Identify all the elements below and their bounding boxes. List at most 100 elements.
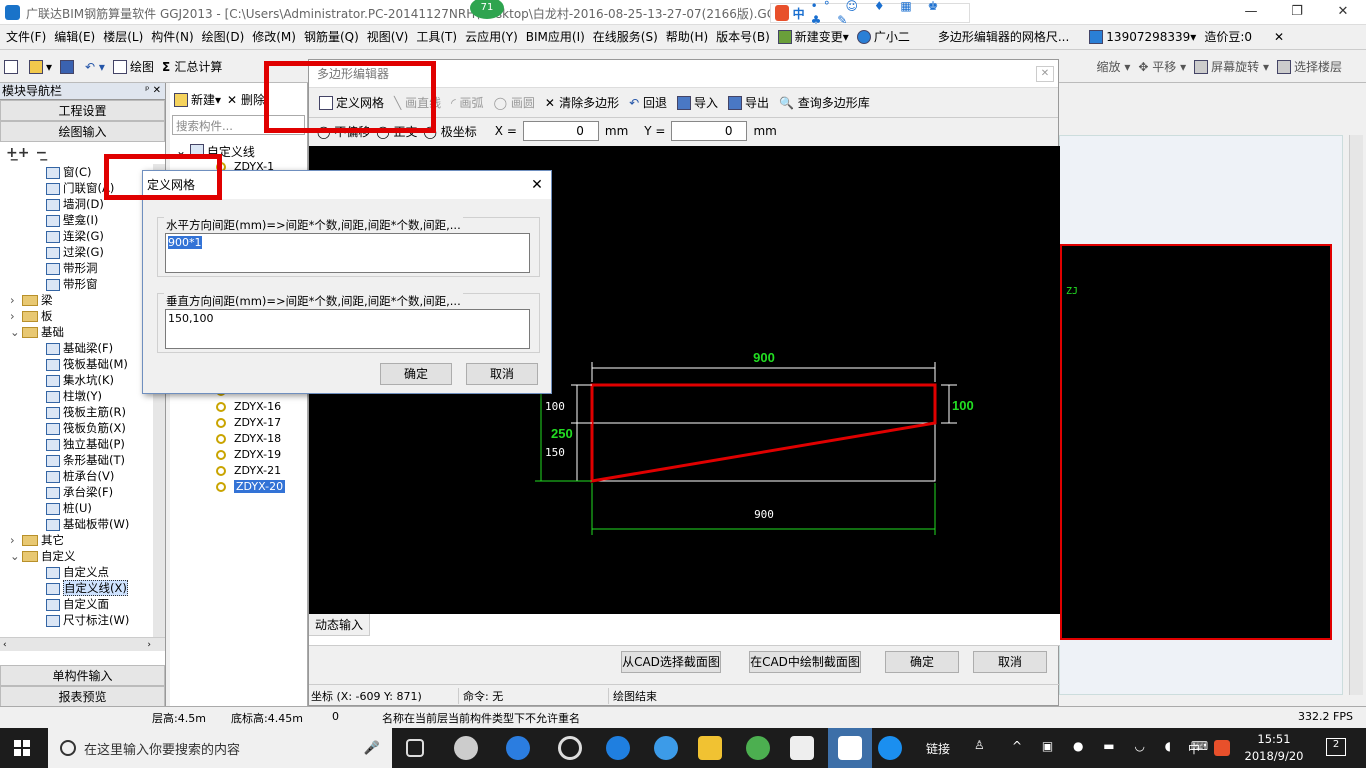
windows-start-icon[interactable] bbox=[14, 740, 30, 756]
component-item[interactable]: ZDYX-20 bbox=[170, 479, 308, 495]
drawing-canvas[interactable]: ZJ bbox=[1060, 244, 1332, 640]
component-root[interactable]: ⌄ 自定义线 bbox=[170, 143, 307, 159]
menu-item[interactable]: 绘图(D) bbox=[198, 25, 249, 50]
import-button[interactable]: 导入 bbox=[676, 94, 718, 111]
draw-button[interactable]: 绘图 bbox=[109, 51, 158, 83]
tree-item[interactable]: 独立基础(P) bbox=[0, 436, 153, 452]
tree-hscroll[interactable]: ‹ › bbox=[0, 637, 165, 651]
poly-cancel-button[interactable]: 取消 bbox=[973, 651, 1047, 673]
tree-item[interactable]: ⌄ 自定义 bbox=[0, 548, 153, 564]
undo-icon[interactable]: ↶ ▾ bbox=[81, 51, 109, 83]
x-input[interactable]: 0 bbox=[522, 121, 599, 141]
rotate-button[interactable]: 屏幕旋转 ▾ bbox=[1190, 51, 1273, 83]
component-item[interactable]: ZDYX-17 bbox=[170, 415, 308, 431]
menu-item[interactable]: 构件(N) bbox=[147, 25, 197, 50]
app-ring-icon[interactable] bbox=[558, 736, 582, 760]
menu-item[interactable]: 文件(F) bbox=[2, 25, 50, 50]
tree-item[interactable]: 连梁(G) bbox=[0, 228, 153, 244]
new-component-button[interactable]: 新建▾ bbox=[174, 91, 221, 108]
tree-item[interactable]: › 梁 bbox=[0, 292, 153, 308]
draw-in-cad-button[interactable]: 在CAD中绘制截面图 bbox=[749, 651, 861, 673]
menu-item[interactable]: 工具(T) bbox=[412, 25, 461, 50]
grid-dialog-close-icon[interactable]: ✕ bbox=[523, 171, 551, 199]
tree-item[interactable]: 墙洞(D) bbox=[0, 196, 153, 212]
query-library-button[interactable]: 🔍 查询多边形库 bbox=[779, 94, 870, 111]
component-item[interactable]: ZDYX-16 bbox=[170, 399, 308, 415]
menu-item[interactable]: 视图(V) bbox=[363, 25, 413, 50]
tree-item[interactable]: 尺寸标注(W) bbox=[0, 612, 153, 628]
close-button[interactable]: ✕ bbox=[1320, 0, 1366, 25]
grid-cancel-button[interactable]: 取消 bbox=[466, 363, 538, 385]
menu-item[interactable]: BIM应用(I) bbox=[522, 25, 589, 50]
select-from-cad-button[interactable]: 从CAD选择截面图 bbox=[621, 651, 721, 673]
expander-icon[interactable]: › bbox=[10, 308, 22, 324]
ime-indicator[interactable]: 中 bbox=[1188, 740, 1200, 757]
horizontal-spacing-input[interactable]: 900*1 bbox=[165, 233, 530, 273]
tree-item[interactable]: 柱墩(Y) bbox=[0, 388, 153, 404]
component-item[interactable]: ZDYX-19 bbox=[170, 447, 308, 463]
tree-item[interactable]: 带形洞 bbox=[0, 260, 153, 276]
undo-button[interactable]: ↶ 回退 bbox=[629, 94, 667, 111]
define-grid-button[interactable]: 定义网格 bbox=[319, 94, 384, 111]
phone-account[interactable]: 13907298339 ▾ bbox=[1085, 25, 1200, 50]
export-button[interactable]: 导出 bbox=[727, 94, 769, 111]
draw-line-button[interactable]: ╲ 画直线 bbox=[394, 94, 441, 111]
tree-item[interactable]: 自定义线(X) bbox=[0, 580, 153, 596]
main-drawing-area[interactable]: ZJ bbox=[1059, 83, 1366, 706]
single-component-button[interactable]: 单构件输入 bbox=[0, 665, 165, 686]
new-change-menu[interactable]: 新建变更 ▾ bbox=[774, 25, 853, 50]
tree-item[interactable]: ⌄ 基础 bbox=[0, 324, 153, 340]
tree-item[interactable]: 集水坑(K) bbox=[0, 372, 153, 388]
expander-icon[interactable]: › bbox=[10, 532, 22, 548]
tree-item[interactable]: 桩(U) bbox=[0, 500, 153, 516]
report-preview-button[interactable]: 报表预览 bbox=[0, 686, 165, 707]
tree-item[interactable]: 承台梁(F) bbox=[0, 484, 153, 500]
grid-ok-button[interactable]: 确定 bbox=[380, 363, 452, 385]
ime-toolbar[interactable]: 中 •° ☺ ♦ ▦ ♚ ♣ ✎ bbox=[770, 0, 970, 27]
assistant-menu[interactable]: 广小二 bbox=[853, 25, 914, 50]
sogou-tray-icon[interactable] bbox=[1214, 740, 1230, 756]
menu-item[interactable]: 钢筋量(Q) bbox=[300, 25, 363, 50]
tree-item[interactable]: › 其它 bbox=[0, 532, 153, 548]
menu-item[interactable]: 楼层(L) bbox=[99, 25, 147, 50]
tree-item[interactable]: 基础板带(W) bbox=[0, 516, 153, 532]
tree-item[interactable]: 筏板主筋(R) bbox=[0, 404, 153, 420]
minimize-button[interactable]: — bbox=[1228, 0, 1274, 25]
menu-close-icon[interactable]: ✕ bbox=[1270, 25, 1288, 50]
person-icon[interactable]: ♙ bbox=[974, 738, 985, 752]
menu-item[interactable]: 在线服务(S) bbox=[589, 25, 662, 50]
y-input[interactable]: 0 bbox=[671, 121, 748, 141]
tree-item[interactable]: 自定义点 bbox=[0, 564, 153, 580]
expander-icon[interactable]: ⌄ bbox=[10, 324, 22, 340]
tree-item[interactable]: 带形窗 bbox=[0, 276, 153, 292]
new-file-icon[interactable] bbox=[0, 51, 25, 83]
menu-item[interactable]: 编辑(E) bbox=[50, 25, 99, 50]
ie-icon-2[interactable] bbox=[654, 736, 678, 760]
collapse-all-icon[interactable]: −̲ bbox=[35, 145, 47, 161]
folder-icon[interactable] bbox=[698, 736, 722, 760]
tree-item[interactable]: 筏板基础(M) bbox=[0, 356, 153, 372]
menu-item[interactable]: 帮助(H) bbox=[662, 25, 712, 50]
clear-polygon-button[interactable]: ✕ 清除多边形 bbox=[545, 94, 619, 111]
notice-text[interactable]: 多边形编辑器的网格尺... bbox=[934, 25, 1073, 50]
tree-item[interactable]: 窗(C) bbox=[0, 164, 153, 180]
notification-icon[interactable]: 2 bbox=[1326, 738, 1346, 756]
ime-mode[interactable]: 中 bbox=[793, 5, 805, 22]
menu-item[interactable]: 版本号(B) bbox=[712, 25, 774, 50]
tree-item[interactable]: 筏板负筋(X) bbox=[0, 420, 153, 436]
component-item[interactable]: ZDYX-18 bbox=[170, 431, 308, 447]
expander-icon[interactable]: ⌄ bbox=[10, 548, 22, 564]
expand-all-icon[interactable]: +̲+ bbox=[6, 145, 29, 161]
tree-item[interactable]: 过梁(G) bbox=[0, 244, 153, 260]
browser-icon[interactable] bbox=[746, 736, 770, 760]
edge-icon[interactable] bbox=[606, 736, 630, 760]
microphone-icon[interactable]: 🎤 bbox=[364, 741, 380, 756]
summary-button[interactable]: Σ 汇总计算 bbox=[158, 51, 226, 83]
task-view-icon[interactable] bbox=[406, 739, 424, 757]
pan-button[interactable]: ✥ 平移 ▾ bbox=[1134, 51, 1190, 83]
taskbar-search[interactable]: 在这里输入你要搜索的内容 🎤 bbox=[48, 728, 392, 768]
mail-icon[interactable] bbox=[790, 736, 814, 760]
open-file-icon[interactable]: ▾ bbox=[25, 51, 56, 83]
draw-circle-button[interactable]: ◯ 画圆 bbox=[494, 94, 535, 111]
restore-button[interactable]: ❐ bbox=[1274, 0, 1320, 25]
